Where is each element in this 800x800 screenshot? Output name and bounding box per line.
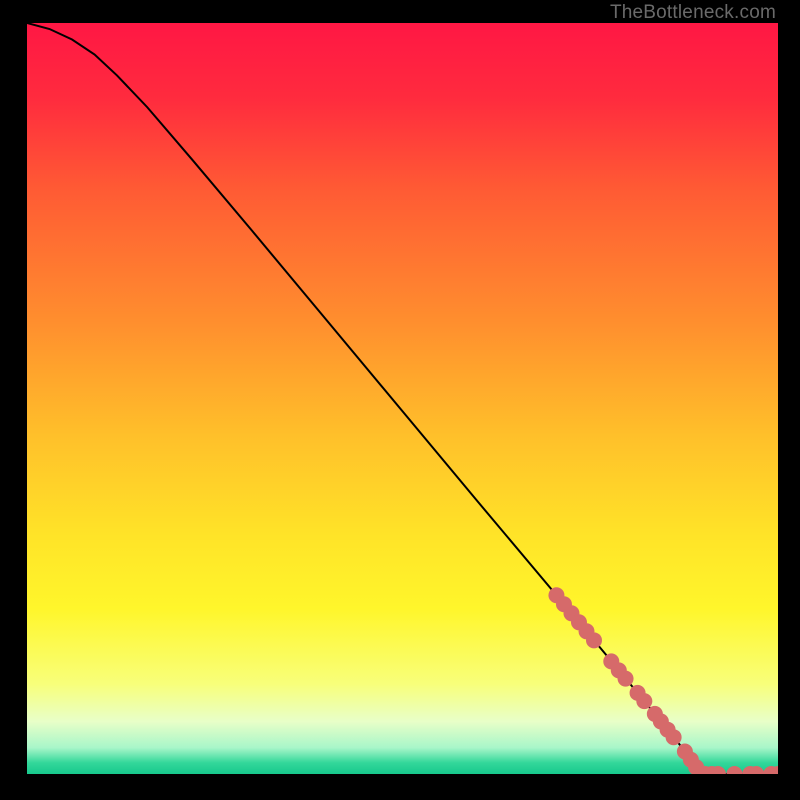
chart-background [27,23,778,774]
highlight-dot [586,632,602,648]
chart-stage: TheBottleneck.com [0,0,800,800]
highlight-dot [636,693,652,709]
chart-plot-area [27,23,778,774]
chart-svg [27,23,778,774]
highlight-dot [666,729,682,745]
highlight-dot [618,671,634,687]
attribution-label: TheBottleneck.com [610,2,776,24]
